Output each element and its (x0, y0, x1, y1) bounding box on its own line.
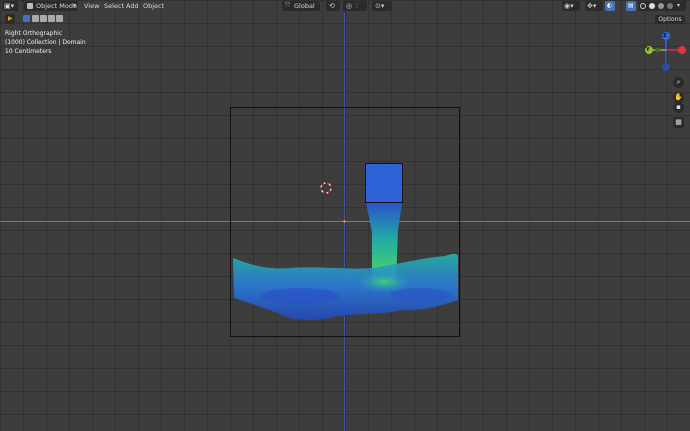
menu-add[interactable]: Add (126, 1, 139, 11)
rendered-shading-icon[interactable] (667, 3, 673, 9)
camera-icon: ▪ (676, 103, 681, 111)
select-box-icon[interactable] (23, 15, 30, 22)
zoom-button[interactable]: ⌕ (673, 77, 684, 88)
play-button[interactable]: ▶ (5, 14, 15, 24)
overlay-button[interactable]: ◐ (605, 1, 615, 11)
viewport-header: ▣▾ Object Mode ▾ View Select Add Object … (0, 0, 690, 12)
pivot-button[interactable]: ⟲ (326, 1, 340, 11)
xray-icon: ▤ (628, 2, 634, 9)
editor-type-button[interactable]: ▣▾ (2, 1, 18, 11)
zoom-icon: ⌕ (676, 78, 681, 86)
snap-options-icon: ⫶ (356, 2, 358, 10)
shading-buttons[interactable]: ▾ (638, 1, 686, 11)
snap-button[interactable]: ◎ ⫶ (343, 1, 367, 11)
gizmo-x-positive (678, 46, 686, 54)
proportional-edit-button[interactable]: ⊙▾ (372, 1, 392, 11)
3d-viewport[interactable]: ▣▾ Object Mode ▾ View Select Add Object … (0, 0, 690, 431)
select-subtract-icon[interactable] (40, 15, 47, 22)
mode-label: Object Mode (36, 2, 77, 10)
menu-select[interactable]: Select (104, 1, 124, 11)
scale-info: 10 Centimeters (5, 48, 52, 55)
collection-info: (1000) Collection | Domain (5, 39, 86, 46)
select-intersect-icon[interactable] (56, 15, 63, 22)
mode-selector[interactable]: Object Mode ▾ (24, 1, 78, 11)
wireframe-shading-icon[interactable] (640, 3, 646, 9)
overlay-icon: ◐ (607, 2, 613, 9)
material-shading-icon[interactable] (658, 3, 664, 9)
gizmo-y-negative (655, 47, 661, 53)
proportional-edit-icon: ⊙▾ (375, 2, 385, 10)
select-extend-icon[interactable] (32, 15, 39, 22)
inflow-box (365, 163, 403, 203)
snap-icon: ◎ (346, 2, 353, 10)
mode-icon (27, 3, 33, 9)
3d-cursor-icon (319, 181, 333, 195)
transform-orientation-label: Global (294, 2, 315, 10)
gizmo-button[interactable]: ✥▾ (585, 1, 603, 11)
xray-button[interactable]: ▤ (626, 1, 636, 11)
transform-pivot-icon: ⟲ (329, 2, 335, 10)
visibility-button[interactable]: ◉▾ (562, 1, 580, 11)
view-name: Right Orthographic (5, 30, 63, 37)
select-invert-icon[interactable] (48, 15, 55, 22)
menu-object[interactable]: Object (143, 1, 164, 11)
transform-orientation-icon: ⤧ (285, 2, 290, 9)
gizmo-icon: ✥▾ (587, 2, 597, 10)
menu-view[interactable]: View (84, 1, 99, 11)
camera-button[interactable]: ▪ (673, 102, 684, 113)
gizmo-y-label: Y (646, 47, 650, 53)
options-button[interactable]: Options (655, 15, 685, 24)
perspective-toggle-button[interactable]: ▦ (673, 117, 684, 128)
solid-shading-icon[interactable] (649, 3, 655, 9)
tool-header: ▶ (0, 13, 63, 24)
fluid-simulation (230, 107, 460, 337)
shading-dropdown-icon[interactable]: ▾ (677, 1, 680, 11)
play-icon: ▶ (8, 15, 13, 22)
grid-icon: ▦ (675, 118, 682, 126)
fluid-pool (233, 253, 458, 321)
editor-type-icon: ▣▾ (4, 2, 15, 10)
gizmo-z-negative (662, 63, 670, 71)
origin-point (343, 220, 346, 223)
hand-icon: ✋ (674, 93, 683, 101)
visibility-icon: ◉▾ (564, 2, 574, 10)
navigation-gizmo[interactable]: Z Y (644, 30, 688, 74)
gizmo-z-label: Z (663, 33, 667, 39)
transform-orientation[interactable]: ⤧ Global (282, 1, 320, 11)
